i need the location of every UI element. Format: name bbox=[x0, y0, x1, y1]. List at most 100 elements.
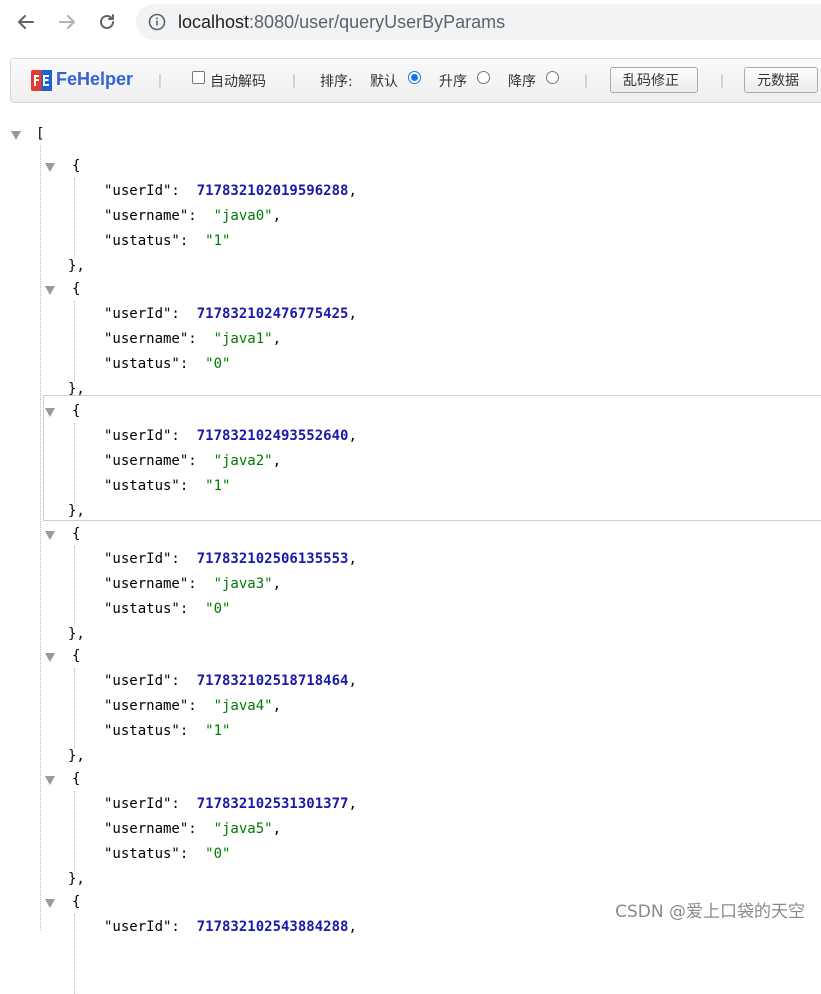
object-guide-line bbox=[74, 668, 75, 749]
object-guide-line bbox=[74, 300, 75, 381]
sort-desc-label: 降序 bbox=[508, 74, 536, 90]
collapse-object-toggle-icon[interactable] bbox=[45, 408, 55, 418]
json-number-value: 717832102518718464 bbox=[196, 673, 349, 690]
json-key: "username": bbox=[104, 453, 197, 470]
object-guide-line bbox=[74, 791, 75, 871]
json-field-userId: "userId": 717832102019596288, bbox=[104, 183, 357, 199]
object-guide-line bbox=[74, 423, 75, 504]
collapse-array-toggle-icon[interactable] bbox=[11, 131, 21, 140]
json-key: "ustatus": bbox=[104, 233, 189, 249]
sort-label: 排序: bbox=[320, 74, 353, 90]
fehelper-logo-icon bbox=[31, 70, 52, 91]
collapse-object-toggle-icon[interactable] bbox=[45, 653, 55, 663]
back-arrow-icon bbox=[18, 15, 34, 29]
json-field-username: "username": "java5", bbox=[104, 821, 281, 837]
site-info-icon[interactable] bbox=[148, 13, 166, 31]
json-key: "userId": bbox=[104, 183, 180, 199]
json-key: "username": bbox=[104, 575, 197, 592]
json-comma: , bbox=[348, 183, 357, 199]
object-close-brace: }, bbox=[68, 625, 85, 642]
json-field-userId: "userId": 717832102476775425, bbox=[104, 306, 357, 322]
json-key: "ustatus": bbox=[104, 723, 189, 740]
json-comma: , bbox=[272, 208, 282, 224]
json-field-userId: "userId": 717832102543884288, bbox=[104, 919, 357, 935]
json-field-ustatus: "ustatus": "0" bbox=[104, 356, 230, 372]
json-field-ustatus: "ustatus": "1" bbox=[104, 478, 230, 494]
watermark: CSDN @爱上口袋的天空 bbox=[615, 902, 805, 922]
collapse-object-toggle-icon[interactable] bbox=[45, 163, 55, 172]
json-field-ustatus: "ustatus": "1" bbox=[104, 233, 230, 249]
json-key: "ustatus": bbox=[104, 846, 189, 862]
object-open-brace: { bbox=[72, 893, 81, 910]
json-string-value: "0" bbox=[205, 846, 231, 862]
object-open-brace: { bbox=[72, 525, 81, 542]
sort-default-radio[interactable] bbox=[408, 71, 421, 84]
array-guide-line bbox=[40, 145, 41, 930]
json-string-value: "java3" bbox=[213, 575, 273, 592]
json-number-value: 717832102019596288 bbox=[196, 183, 349, 199]
json-number-value: 717832102493552640 bbox=[196, 428, 349, 445]
json-comma: , bbox=[348, 550, 357, 567]
json-field-ustatus: "ustatus": "0" bbox=[104, 846, 230, 862]
auto-decode-label: 自动解码 bbox=[210, 74, 266, 90]
fix-garbled-button[interactable]: 乱码修正 bbox=[610, 67, 698, 93]
collapse-object-toggle-icon[interactable] bbox=[45, 776, 55, 785]
json-field-username: "username": "java0", bbox=[104, 208, 281, 224]
object-open-brace: { bbox=[72, 648, 81, 665]
toolbar-divider: | bbox=[720, 72, 724, 89]
sort-desc-radio[interactable] bbox=[546, 71, 559, 84]
json-field-userId: "userId": 717832102506135553, bbox=[104, 551, 357, 567]
json-field-username: "username": "java2", bbox=[104, 453, 281, 469]
forward-button[interactable] bbox=[51, 6, 83, 38]
object-close-brace: }, bbox=[68, 748, 85, 765]
json-key: "username": bbox=[104, 330, 197, 347]
json-number-value: 717832102543884288 bbox=[196, 918, 349, 935]
reload-button[interactable] bbox=[91, 6, 123, 38]
sort-default-label: 默认 bbox=[370, 74, 398, 90]
auto-decode-checkbox[interactable] bbox=[192, 71, 205, 84]
collapse-object-toggle-icon[interactable] bbox=[45, 285, 55, 295]
sort-asc-radio[interactable] bbox=[477, 71, 490, 84]
fehelper-brand: FeHelper bbox=[56, 69, 134, 89]
metadata-button[interactable]: 元数据 bbox=[744, 67, 818, 93]
json-field-username: "username": "java3", bbox=[104, 576, 281, 592]
toolbar-divider: | bbox=[584, 72, 588, 89]
reload-icon bbox=[100, 14, 114, 29]
json-field-userId: "userId": 717832102493552640, bbox=[104, 428, 357, 444]
json-key: "ustatus": bbox=[104, 478, 189, 495]
json-field-userId: "userId": 717832102531301377, bbox=[104, 796, 357, 812]
json-key: "username": bbox=[104, 698, 197, 715]
json-comma: , bbox=[272, 575, 282, 592]
url-text[interactable]: localhost:8080/user/queryUserByParams bbox=[178, 12, 505, 33]
json-string-value: "java4" bbox=[213, 698, 273, 715]
json-string-value: "java1" bbox=[213, 330, 273, 347]
url-path: :8080/user/queryUserByParams bbox=[249, 12, 506, 32]
json-comma: , bbox=[272, 330, 282, 347]
collapse-object-toggle-icon[interactable] bbox=[45, 898, 55, 908]
back-button[interactable] bbox=[10, 6, 42, 38]
object-guide-line bbox=[74, 545, 75, 626]
collapse-object-toggle-icon[interactable] bbox=[45, 530, 55, 540]
object-open-brace: { bbox=[72, 403, 81, 420]
object-close-brace: }, bbox=[68, 380, 85, 397]
json-number-value: 717832102506135553 bbox=[196, 550, 349, 567]
json-key: "userId": bbox=[104, 550, 180, 567]
url-host: localhost bbox=[178, 12, 250, 32]
json-key: "userId": bbox=[104, 305, 180, 322]
json-number-value: 717832102531301377 bbox=[196, 796, 349, 812]
json-comma: , bbox=[348, 673, 357, 690]
toolbar-divider: | bbox=[158, 72, 162, 89]
object-open-brace: { bbox=[72, 280, 81, 297]
json-string-value: "java2" bbox=[213, 453, 273, 470]
json-field-ustatus: "ustatus": "0" bbox=[104, 601, 230, 617]
address-bar[interactable]: localhost:8080/user/queryUserByParams bbox=[136, 4, 821, 40]
json-field-username: "username": "java4", bbox=[104, 698, 281, 714]
json-string-value: "0" bbox=[205, 600, 231, 617]
json-key: "username": bbox=[104, 208, 197, 224]
json-number-value: 717832102476775425 bbox=[196, 305, 349, 322]
toolbar-divider: | bbox=[292, 72, 296, 89]
json-key: "ustatus": bbox=[104, 600, 189, 617]
json-comma: , bbox=[348, 796, 357, 812]
object-guide-line bbox=[74, 913, 75, 994]
sort-asc-label: 升序 bbox=[439, 74, 467, 90]
